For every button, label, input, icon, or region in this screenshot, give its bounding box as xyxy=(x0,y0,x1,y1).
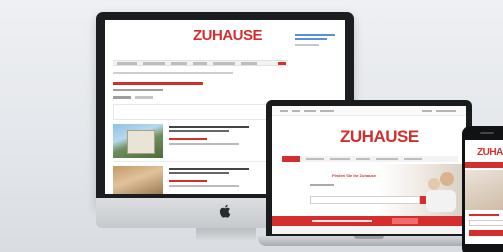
site-logo[interactable]: ZUHAUSE xyxy=(340,128,419,145)
tab[interactable] xyxy=(113,96,131,99)
nav-item[interactable] xyxy=(306,158,324,160)
hero-section: Finden Sie Ihr Zuhause xyxy=(272,164,466,216)
smartphone: ZUHAUSE xyxy=(462,126,503,252)
mobile-nav-bar[interactable] xyxy=(465,162,503,168)
promo-button[interactable] xyxy=(392,218,418,224)
phone-speaker xyxy=(480,132,494,134)
laptop-lid: ZUHAUSE Finden Sie Ihr Zuhause xyxy=(266,100,472,238)
top-bar xyxy=(272,106,466,116)
listing-details xyxy=(169,143,239,145)
listing-photo[interactable] xyxy=(113,124,163,158)
listing-photo[interactable] xyxy=(113,166,163,194)
top-link[interactable] xyxy=(304,110,316,112)
top-link[interactable] xyxy=(422,110,432,112)
hero-title xyxy=(469,214,499,216)
promo-bar xyxy=(272,216,466,226)
nav-item[interactable] xyxy=(171,62,187,65)
sidebar-text xyxy=(295,44,319,46)
sidebar-link[interactable] xyxy=(295,34,335,36)
footer-strip xyxy=(272,226,466,234)
phone-website-screen: ZUHAUSE xyxy=(465,140,503,244)
listing-price xyxy=(169,180,207,182)
laptop-notch xyxy=(354,236,384,239)
nav-item[interactable] xyxy=(117,62,137,65)
nav-item[interactable] xyxy=(376,158,398,160)
apple-icon xyxy=(218,204,232,220)
promo-text xyxy=(312,220,372,222)
hero-photo xyxy=(465,170,503,210)
listing-title[interactable] xyxy=(169,126,249,128)
nav-item[interactable] xyxy=(213,62,235,65)
search-label xyxy=(310,184,334,186)
top-link[interactable] xyxy=(280,110,288,112)
hero-title: Finden Sie Ihr Zuhause xyxy=(332,173,377,178)
top-link[interactable] xyxy=(320,110,334,112)
nav-item[interactable] xyxy=(193,62,207,65)
main-navigation xyxy=(113,60,288,66)
site-logo[interactable]: ZUHAUSE xyxy=(193,28,263,43)
top-link[interactable] xyxy=(292,110,300,112)
nav-highlight[interactable] xyxy=(278,62,286,65)
breadcrumb xyxy=(113,72,233,74)
search-input[interactable] xyxy=(310,196,420,204)
main-navigation xyxy=(282,156,458,162)
page-title xyxy=(113,82,203,85)
nav-item[interactable] xyxy=(143,62,165,65)
hero-photo xyxy=(422,168,462,214)
search-button[interactable] xyxy=(469,230,503,236)
listing-details xyxy=(169,185,239,187)
laptop-website-screen: ZUHAUSE Finden Sie Ihr Zuhause xyxy=(272,106,466,234)
nav-item[interactable] xyxy=(241,62,257,65)
listing-title-line xyxy=(169,172,229,174)
sidebar-links xyxy=(295,34,339,74)
nav-item[interactable] xyxy=(330,158,350,160)
monitor-stand xyxy=(196,228,256,240)
nav-item[interactable] xyxy=(404,158,422,160)
nav-item-active[interactable] xyxy=(282,156,300,162)
listing-title[interactable] xyxy=(169,168,249,170)
site-logo[interactable]: ZUHAUSE xyxy=(477,148,503,158)
nav-item[interactable] xyxy=(356,158,370,160)
top-link[interactable] xyxy=(436,110,456,112)
search-input[interactable] xyxy=(469,220,503,226)
listing-title-line xyxy=(169,130,229,132)
listing-price xyxy=(169,138,207,140)
device-mockup-scene: ZUHAUSE ZUHAUSE Finden Sie Ihr Zuhause Z… xyxy=(0,0,503,252)
laptop: ZUHAUSE Finden Sie Ihr Zuhause xyxy=(258,100,480,252)
view-tabs xyxy=(113,96,158,99)
tab[interactable] xyxy=(135,96,153,99)
sidebar-link[interactable] xyxy=(295,38,327,40)
page-subtitle xyxy=(113,89,163,91)
